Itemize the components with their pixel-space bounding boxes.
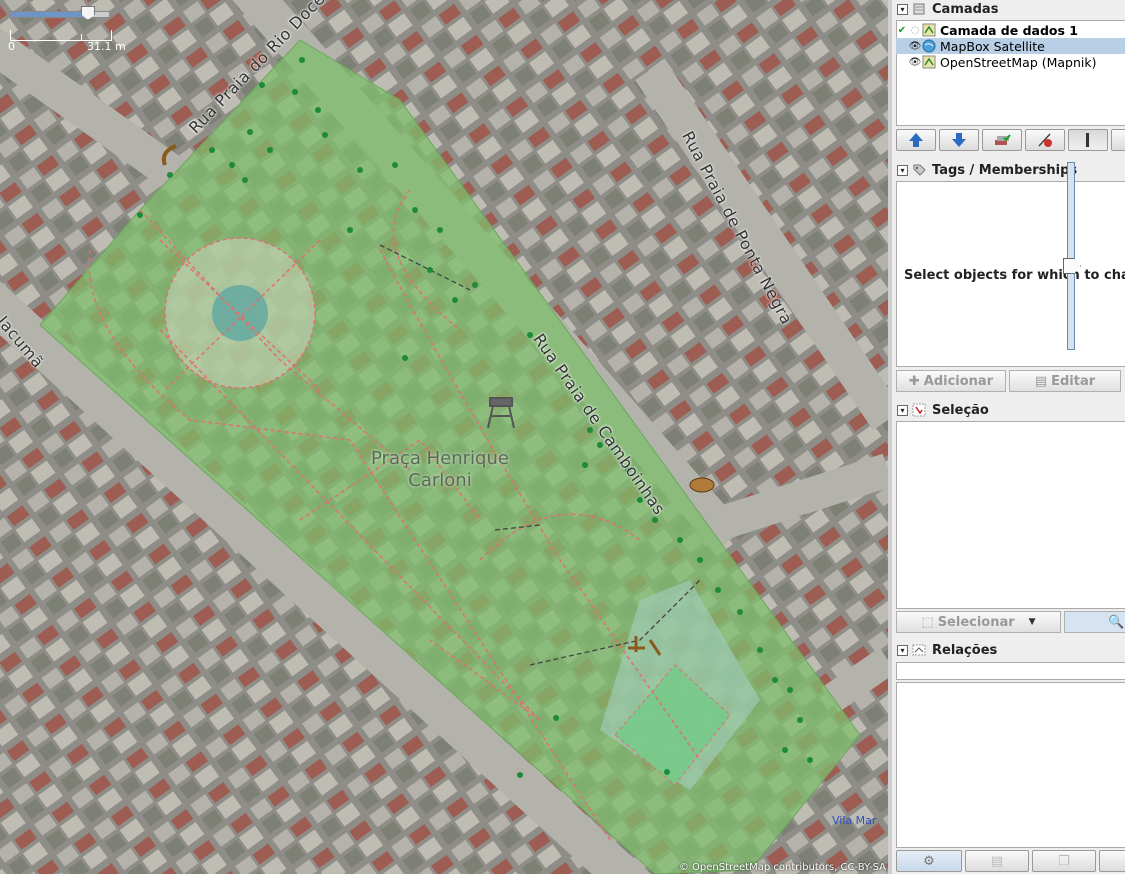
- data-layer-icon: [922, 23, 936, 37]
- selection-icon: [912, 403, 926, 417]
- edit-tag-button[interactable]: ▤ Editar: [1009, 370, 1121, 392]
- relations-list[interactable]: [896, 682, 1125, 848]
- relations-filter[interactable]: [896, 662, 1125, 680]
- search-icon: 🔍: [1108, 614, 1125, 630]
- visibility-icon[interactable]: 👁: [908, 41, 922, 52]
- relation-icon: [912, 644, 926, 656]
- gear-icon: ⚙: [923, 853, 935, 869]
- place-label: Vila Mar: [832, 814, 877, 827]
- layer-name: Camada de dados 1: [940, 22, 1078, 38]
- merge-layers-icon: [995, 134, 1011, 145]
- layer-row-satellite[interactable]: 👁 MapBox Satellite: [896, 38, 1125, 54]
- tags-empty-message: Select objects for which to change tags.: [904, 268, 1125, 283]
- relations-panel-title: Relações: [932, 642, 998, 658]
- layer-name: MapBox Satellite: [940, 38, 1045, 54]
- park-name-label: Praça Henrique Carloni: [371, 448, 509, 491]
- merge-layers-button[interactable]: [982, 129, 1022, 151]
- layer-name: OpenStreetMap (Mapnik): [940, 54, 1097, 70]
- scale-min-label: 0: [8, 40, 15, 53]
- scale-max-label: 31.1 m: [87, 40, 126, 53]
- layer-menu-button[interactable]: [1111, 129, 1125, 151]
- visibility-icon[interactable]: ◌: [908, 25, 922, 36]
- collapse-icon[interactable]: ▾: [897, 3, 908, 15]
- selection-list[interactable]: [896, 421, 1125, 609]
- tags-panel-title: Tags / Memberships: [932, 162, 1078, 178]
- collapse-icon[interactable]: ▾: [897, 164, 908, 176]
- delete-relation-button[interactable]: [1099, 850, 1125, 872]
- move-up-button[interactable]: [896, 129, 936, 151]
- layers-icon: [913, 3, 925, 15]
- relations-panel-header[interactable]: ▾ Relações: [892, 641, 1125, 659]
- map-tiles-icon: [922, 55, 936, 69]
- delete-layer-button[interactable]: [1025, 129, 1065, 151]
- duplicate-relation-button[interactable]: ❐: [1032, 850, 1096, 872]
- add-tag-button[interactable]: ✚ Adicionar: [896, 370, 1006, 392]
- layers-panel-header[interactable]: ▾ Camadas: [892, 0, 1125, 18]
- active-layer-icon[interactable]: ✔: [896, 25, 908, 36]
- relations-toolbar: ⚙ ▤ ❐: [896, 850, 1125, 874]
- kiosk-icon: [689, 477, 715, 493]
- edit-icon: ▤: [1034, 373, 1048, 389]
- collapse-icon[interactable]: ▾: [897, 644, 908, 656]
- layer-opacity-slider[interactable]: [1062, 154, 1081, 356]
- side-panel: ▾ Camadas ✔ ◌ Camada de dados 1 👁 MapBox…: [888, 0, 1125, 874]
- plus-icon: ✚: [908, 373, 920, 389]
- chevron-down-icon[interactable]: ▼: [1029, 617, 1036, 627]
- map-attribution[interactable]: © OpenStreetMap contributors, CC-BY-SA: [679, 862, 886, 873]
- tags-panel-header[interactable]: ▾ Tags / Memberships: [892, 161, 1125, 179]
- visibility-icon[interactable]: 👁: [908, 57, 922, 68]
- copy-icon: ❐: [1058, 853, 1070, 869]
- selection-panel-title: Seleção: [932, 402, 989, 418]
- search-button[interactable]: 🔍: [1064, 611, 1125, 633]
- layer-opacity-button[interactable]: [1068, 129, 1108, 151]
- tags-list[interactable]: Select objects for which to change tags.: [896, 181, 1125, 367]
- layer-row-osm[interactable]: 👁 OpenStreetMap (Mapnik): [896, 54, 1125, 70]
- select-button[interactable]: ⬚ Selecionar ▼: [896, 611, 1061, 633]
- zoom-slider[interactable]: [8, 6, 110, 22]
- layer-row-data[interactable]: ✔ ◌ Camada de dados 1: [896, 22, 1125, 38]
- arrow-down-icon: [952, 133, 966, 147]
- add-relation-button[interactable]: ⚙: [896, 850, 962, 872]
- delete-layer-icon: [1038, 133, 1052, 147]
- layers-panel-title: Camadas: [932, 1, 999, 17]
- opacity-slider-thumb[interactable]: [1063, 258, 1081, 274]
- tag-icon: [913, 164, 926, 176]
- select-icon: ⬚: [921, 614, 934, 630]
- map-view[interactable]: 0 31.1 m Rua Praia do Rio Doce Rua Praia…: [0, 0, 888, 874]
- arrow-up-icon: [909, 133, 923, 147]
- edit-icon: ▤: [990, 853, 1004, 869]
- selection-panel-header[interactable]: ▾ Seleção: [892, 401, 1125, 419]
- globe-icon: [922, 39, 936, 53]
- move-down-button[interactable]: [939, 129, 979, 151]
- map-canvas[interactable]: [0, 0, 888, 874]
- edit-relation-button[interactable]: ▤: [965, 850, 1029, 872]
- collapse-icon[interactable]: ▾: [897, 404, 908, 416]
- opacity-icon: [1086, 133, 1089, 147]
- layers-toolbar: [896, 129, 1125, 153]
